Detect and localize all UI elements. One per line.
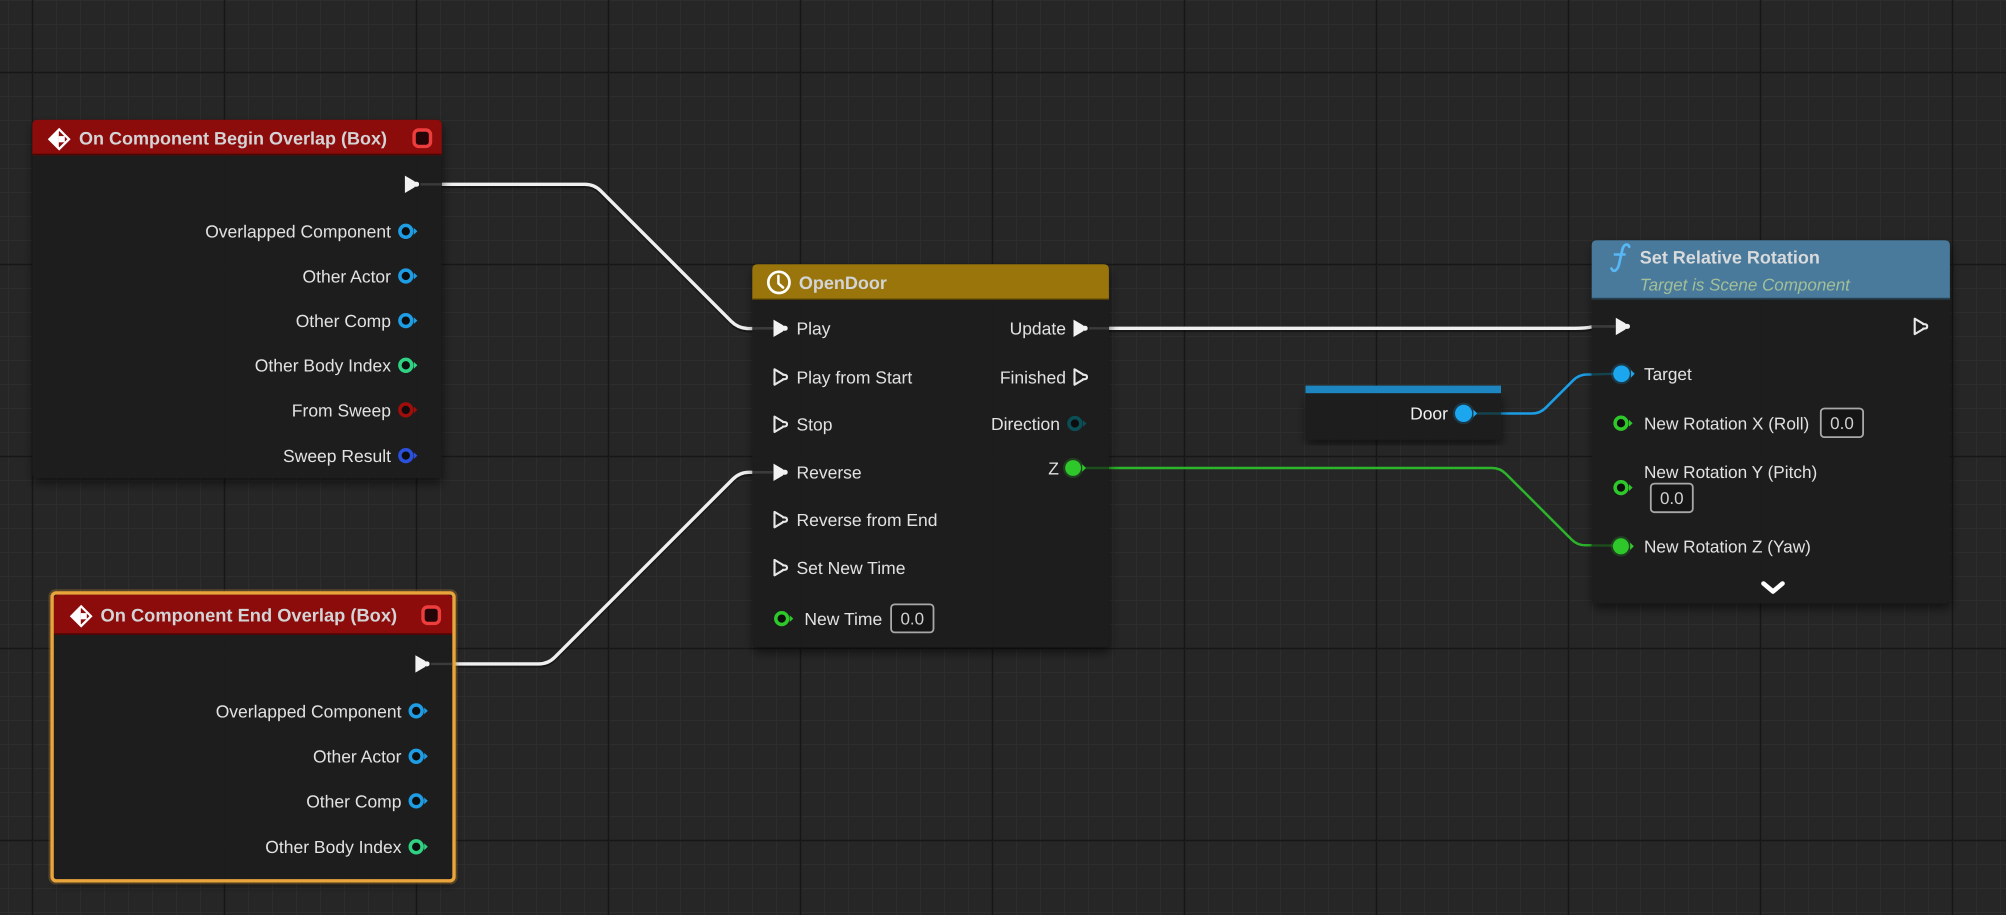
svg-text:Overlapped Component: Overlapped Component — [205, 222, 391, 242]
svg-text:Other Body Index: Other Body Index — [265, 837, 401, 857]
svg-text:Other Comp: Other Comp — [296, 311, 391, 331]
svg-text:Target is Scene Component: Target is Scene Component — [1640, 276, 1851, 295]
svg-text:Overlapped Component: Overlapped Component — [216, 701, 402, 721]
svg-text:0.0: 0.0 — [1830, 414, 1854, 433]
svg-text:0.0: 0.0 — [1660, 489, 1684, 508]
svg-text:Other Actor: Other Actor — [302, 266, 391, 286]
svg-text:Update: Update — [1010, 319, 1066, 339]
svg-text:Set New Time: Set New Time — [797, 558, 906, 578]
svg-text:Reverse from End: Reverse from End — [797, 510, 938, 530]
svg-text:Play from Start: Play from Start — [797, 367, 913, 387]
svg-text:Stop: Stop — [797, 415, 833, 435]
svg-text:On Component Begin Overlap (Bo: On Component Begin Overlap (Box) — [79, 128, 387, 148]
svg-text:Target: Target — [1644, 364, 1692, 384]
svg-text:New Rotation X (Roll): New Rotation X (Roll) — [1644, 414, 1809, 434]
svg-text:Z: Z — [1048, 458, 1059, 478]
svg-text:Sweep Result: Sweep Result — [283, 446, 391, 466]
svg-text:Direction: Direction — [991, 414, 1060, 434]
svg-text:New Rotation Z (Yaw): New Rotation Z (Yaw) — [1644, 537, 1811, 557]
svg-text:From Sweep: From Sweep — [292, 400, 391, 420]
svg-text:On Component End Overlap (Box): On Component End Overlap (Box) — [101, 605, 398, 626]
svg-text:Other Actor: Other Actor — [313, 747, 402, 767]
svg-text:OpenDoor: OpenDoor — [799, 273, 887, 293]
svg-text:Door: Door — [1410, 404, 1448, 424]
svg-text:0.0: 0.0 — [900, 609, 924, 628]
svg-text:New Time: New Time — [804, 609, 882, 629]
svg-text:Other Comp: Other Comp — [306, 791, 401, 811]
svg-text:Finished: Finished — [1000, 367, 1066, 387]
svg-text:Set Relative Rotation: Set Relative Rotation — [1640, 248, 1820, 268]
svg-text:New Rotation Y (Pitch): New Rotation Y (Pitch) — [1644, 462, 1817, 482]
svg-text:Reverse: Reverse — [797, 463, 862, 483]
svg-text:Other Body Index: Other Body Index — [255, 356, 391, 376]
svg-text:Play: Play — [797, 319, 831, 339]
